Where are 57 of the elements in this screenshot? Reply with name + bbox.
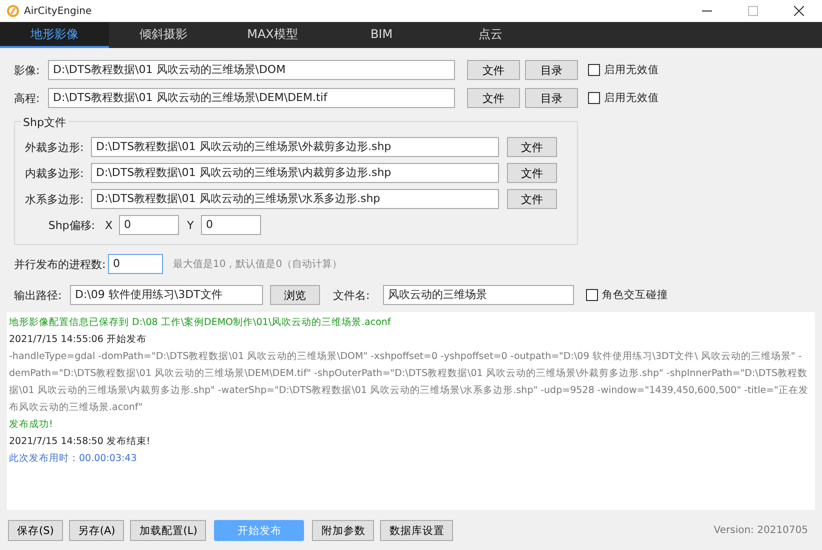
checkbox[interactable] <box>586 289 598 301</box>
action-button[interactable]: 另存(A) <box>68 520 124 541</box>
input-field[interactable]: 0 <box>108 254 163 274</box>
tab[interactable]: 地形影像 <box>0 22 109 48</box>
field-label: X <box>105 218 114 232</box>
checkbox-label: 启用无效值 <box>604 63 659 77</box>
tab[interactable]: 倾斜摄影 <box>109 22 218 48</box>
tab[interactable]: BIM <box>327 22 436 48</box>
input-field[interactable]: D:\DTS教程数据\01 风吹云动的三维场景\水系多边形.shp <box>91 189 499 209</box>
checkbox-label: 启用无效值 <box>604 91 659 105</box>
input-field[interactable]: D:\09 软件使用练习\3DT文件 <box>70 285 263 305</box>
log-line: -handleType=gdal -domPath="D:\DTS教程数据\01 风吹云动的三维场景\DOM" -xshpoffset=0 -yshpoffset=0 -outpath="D:\09 软件使用练习\3DT文件\ 风吹云动的三维场景" -demPath="D:\DTS教程数据\01 风吹云动的三维场景\DEM\DEM.tif" -shpOuterPath="D:\DTS教程数据\01 风吹云动的三维场景\外裁剪多边形.shp" -shpInnerPath="D:\DTS教程数据\01 风吹云动的三维场景\内裁剪多边形.shp" -waterShp="D:\DTS教程数据\01 风吹云动的三维场景\水系多边形.shp" -udp=9528 -window="1439,450,600,500" -title="正在发布风吹云动的三维场景.aconf" <box>9 350 810 415</box>
checkbox-label: 角色交互碰撞 <box>602 288 668 302</box>
field-label: 输出路径: <box>14 288 63 302</box>
group-title: Shp文件 <box>21 115 68 130</box>
window-title: AirCityEngine <box>24 6 92 16</box>
field-label: 外裁多边形: <box>25 140 85 154</box>
log-line: 此次发布用时：00.00:03:43 <box>9 452 138 466</box>
log-line: 发布成功! <box>9 418 54 432</box>
file-button[interactable]: 文件 <box>507 189 557 209</box>
file-button[interactable]: 文件 <box>507 137 557 157</box>
field-label: 影像: <box>14 62 41 78</box>
field-label: 高程: <box>14 90 41 106</box>
folder-button[interactable]: 目录 <box>525 88 578 108</box>
log-line: 2021/7/15 14:58:50 发布结束! <box>9 435 152 449</box>
action-button[interactable]: 数据库设置 <box>380 520 454 541</box>
browse-button[interactable]: 浏览 <box>270 285 320 305</box>
action-button[interactable]: 附加参数 <box>312 520 374 541</box>
checkbox[interactable] <box>588 64 600 76</box>
file-button[interactable]: 文件 <box>467 88 520 108</box>
field-label: 内裁多边形: <box>25 166 85 180</box>
log-line: 地形影像配置信息已保存到 D:\08 工作\案例DEMO制作\01\风吹云动的三维场景.aconf <box>9 316 392 330</box>
input-field[interactable]: D:\DTS教程数据\01 风吹云动的三维场景\内裁剪多边形.shp <box>91 163 499 183</box>
hint-text: 最大值是10，默认值是0（自动计算） <box>173 258 342 271</box>
field-label: 水系多边形: <box>25 192 85 206</box>
input-field[interactable]: D:\DTS教程数据\01 风吹云动的三维场景\DOM <box>48 60 455 80</box>
input-field[interactable]: D:\DTS教程数据\01 风吹云动的三维场景\外裁剪多边形.shp <box>91 137 499 157</box>
app-logo-icon <box>7 5 19 17</box>
folder-button[interactable]: 目录 <box>525 60 578 80</box>
input-field[interactable]: 0 <box>119 215 179 235</box>
tab[interactable]: MAX模型 <box>218 22 327 48</box>
field-label: Shp偏移: <box>47 218 96 232</box>
tab[interactable]: 点云 <box>436 22 545 48</box>
input-field[interactable]: D:\DTS教程数据\01 风吹云动的三维场景\DEM\DEM.tif <box>48 88 455 108</box>
file-button[interactable]: 文件 <box>507 163 557 183</box>
checkbox[interactable] <box>588 92 600 104</box>
field-label: 并行发布的进程数: <box>14 256 107 272</box>
action-button[interactable]: 加载配置(L) <box>130 520 206 541</box>
close-icon[interactable] <box>794 6 804 16</box>
field-label: 文件名: <box>333 288 371 302</box>
action-button[interactable]: 保存(S) <box>8 520 63 541</box>
log-line: 2021/7/15 14:55:06 开始发布 <box>9 333 148 347</box>
file-button[interactable]: 文件 <box>467 60 520 80</box>
input-field[interactable]: 风吹云动的三维场景 <box>383 285 574 305</box>
input-field[interactable]: 0 <box>201 215 261 235</box>
field-label: Y <box>187 218 195 232</box>
version-text: Version: 20210705 <box>714 525 809 536</box>
